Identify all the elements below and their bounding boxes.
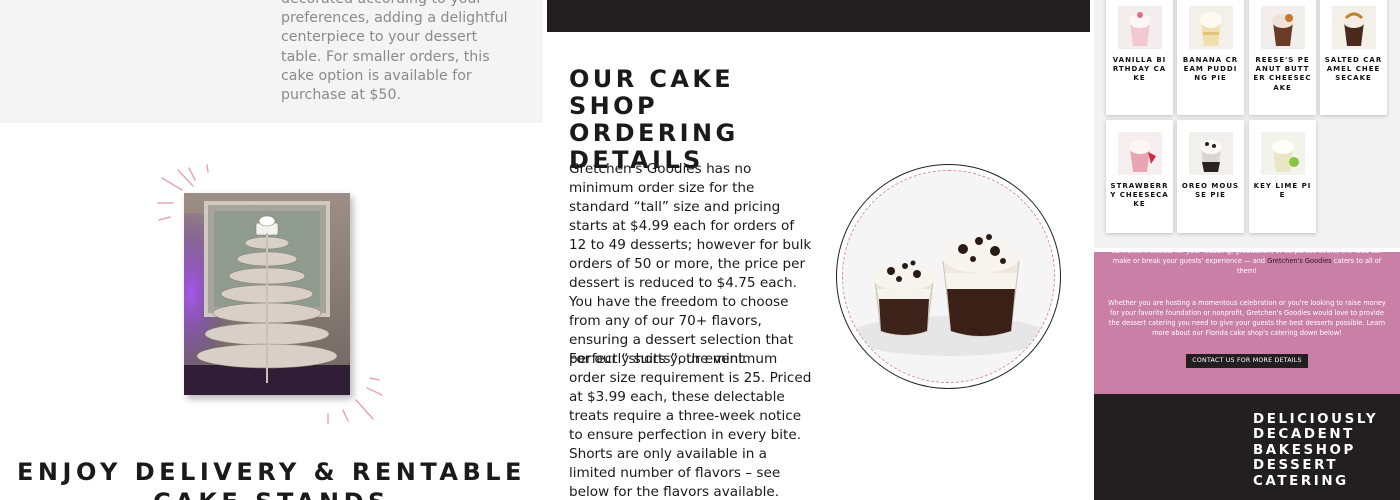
salted-caramel-cheesecake-icon — [1332, 6, 1376, 49]
catering-intro-text: convenient sweets for your wedding, grad… — [1104, 246, 1390, 276]
flavor-label: BANANA CREAM PUDDING PIE — [1182, 56, 1239, 83]
flavor-label: KEY LIME PIE — [1253, 182, 1312, 200]
left-cup — [872, 260, 936, 336]
delivery-section: decorated according to your preferences,… — [0, 0, 543, 500]
flavor-card-key-lime-pie[interactable]: KEY LIME PIE — [1249, 120, 1316, 233]
right-cup — [941, 234, 1021, 337]
cake-stand-photo — [184, 193, 350, 395]
top-dark-bar — [547, 0, 1090, 32]
delivery-heading: ENJOY DELIVERY & RENTABLE CAKE STANDS — [17, 458, 526, 500]
flavors-catering-section: VANILLA BIRTHDAY CAKE BANANA CREAM PUDDI… — [1094, 0, 1400, 500]
catering-heading: DELICIOUSLY DECADENT BAKESHOP DESSERT CA… — [1253, 412, 1379, 489]
flavor-label: OREO MOUSSE PIE — [1181, 182, 1240, 200]
flavor-card-oreo-mousse-pie[interactable]: OREO MOUSSE PIE — [1177, 120, 1244, 233]
reeses-cheesecake-icon — [1261, 6, 1305, 49]
ordering-details-heading: OUR CAKE SHOP ORDERING DETAILS — [569, 65, 739, 174]
flavor-card-reeses-cheesecake[interactable]: REESE'S PEANUT BUTTER CHEESECAKE — [1249, 0, 1316, 115]
catering-fundraiser-text: Whether you are hosting a momentous cele… — [1108, 299, 1386, 337]
key-lime-pie-icon — [1261, 132, 1305, 175]
vanilla-birthday-cake-icon — [1118, 6, 1162, 49]
contact-us-button[interactable]: CONTACT US FOR MORE DETAILS — [1186, 354, 1308, 368]
flavor-label: SALTED CARAMEL CHEESECAKE — [1324, 56, 1383, 83]
tall-size-paragraph: Gretchen's Goodies has no minimum order … — [569, 161, 812, 367]
flavor-card-strawberry-cheesecake[interactable]: STRAWBERRY CHEESECAKE — [1106, 120, 1173, 233]
banana-cream-pudding-pie-icon — [1189, 6, 1233, 49]
catering-heading-band: DELICIOUSLY DECADENT BAKESHOP DESSERT CA… — [1094, 394, 1400, 500]
ordering-details-section: OUR CAKE SHOP ORDERING DETAILS Gretchen'… — [547, 0, 1090, 500]
catering-intro-band: convenient sweets for your wedding, grad… — [1094, 247, 1400, 394]
flavor-card-vanilla-birthday-cake[interactable]: VANILLA BIRTHDAY CAKE — [1106, 0, 1173, 115]
shorts-paragraph: For our “shorts”, the minimum order size… — [569, 351, 812, 500]
oreo-mousse-pie-icon — [1189, 132, 1233, 175]
gretchens-goodies-link[interactable]: Gretchen's Goodies — [1267, 257, 1331, 265]
flavor-label: REESE'S PEANUT BUTTER CHEESECAKE — [1253, 56, 1312, 92]
flavor-card-salted-caramel-cheesecake[interactable]: SALTED CARAMEL CHEESECAKE — [1320, 0, 1387, 115]
strawberry-cheesecake-icon — [1118, 132, 1162, 175]
flavor-label: VANILLA BIRTHDAY CAKE — [1112, 56, 1167, 83]
flavor-card-banana-cream-pudding-pie[interactable]: BANANA CREAM PUDDING PIE — [1177, 0, 1244, 115]
flavor-label: STRAWBERRY CHEESECAKE — [1110, 182, 1169, 209]
dessert-cups-photo — [836, 164, 1061, 389]
short-flavors-grid: VANILLA BIRTHDAY CAKE BANANA CREAM PUDDI… — [1094, 0, 1400, 248]
